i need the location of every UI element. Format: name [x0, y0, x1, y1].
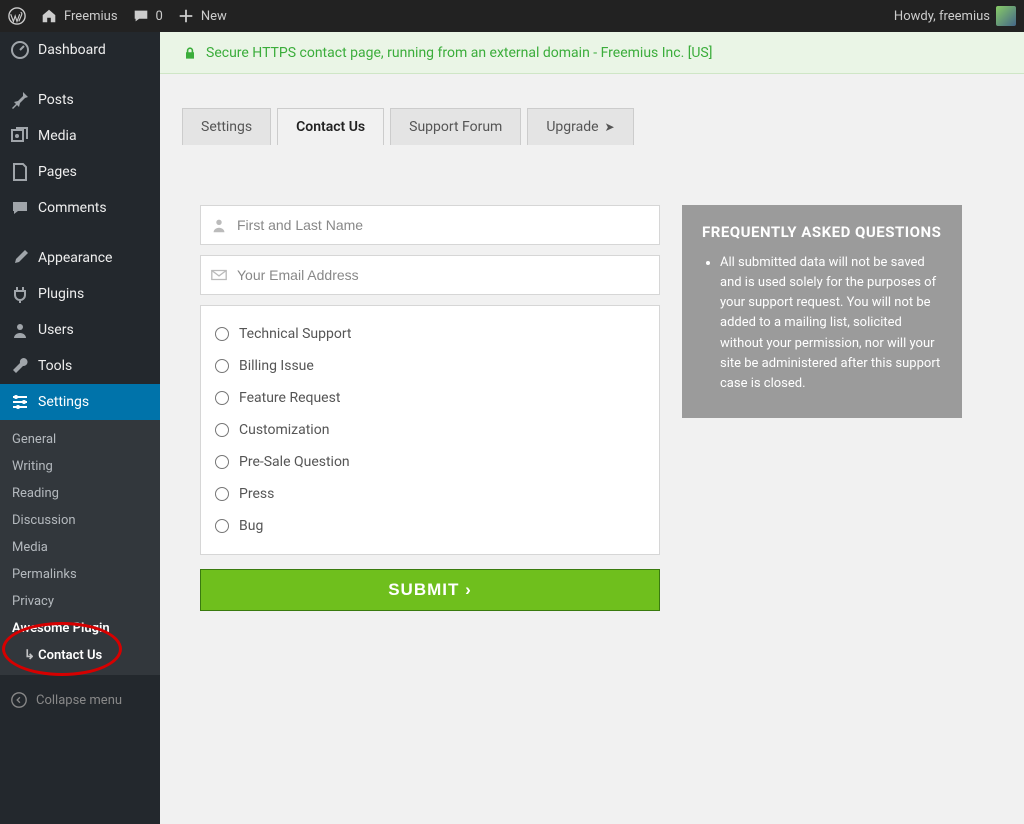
submenu-privacy[interactable]: Privacy [0, 588, 160, 615]
submenu-awesome-plugin[interactable]: Awesome Plugin [0, 615, 160, 642]
sliders-icon [10, 392, 30, 412]
arrow-right-icon: ➤ [605, 120, 615, 134]
menu-label: Settings [38, 394, 89, 410]
admin-bar: Freemius 0 New Howdy, freemius [0, 0, 1024, 32]
submenu-discussion[interactable]: Discussion [0, 507, 160, 534]
collapse-icon [10, 691, 28, 709]
brush-icon [10, 248, 30, 268]
name-input[interactable] [200, 205, 660, 245]
menu-label: Posts [38, 92, 74, 108]
page-icon [10, 162, 30, 182]
faq-title: FREQUENTLY ASKED QUESTIONS [702, 223, 942, 241]
tab-contact-us[interactable]: Contact Us [277, 108, 384, 145]
option-bug[interactable]: Bug [215, 510, 645, 542]
admin-sidebar: Dashboard Posts Media Pages Comments App… [0, 32, 160, 824]
person-icon [210, 216, 228, 234]
tab-settings[interactable]: Settings [182, 108, 271, 145]
media-icon [10, 126, 30, 146]
new-label: New [201, 9, 227, 24]
menu-dashboard[interactable]: Dashboard [0, 32, 160, 68]
lock-icon [182, 45, 198, 61]
dashboard-icon [10, 40, 30, 60]
mail-icon [210, 266, 228, 284]
site-home-link[interactable]: Freemius [40, 7, 118, 25]
main-content: Secure HTTPS contact page, running from … [160, 32, 1024, 824]
pin-icon [10, 90, 30, 110]
menu-label: Appearance [38, 250, 112, 266]
wrench-icon [10, 356, 30, 376]
menu-tools[interactable]: Tools [0, 348, 160, 384]
contact-form: Technical Support Billing Issue Feature … [200, 205, 660, 611]
submenu-permalinks[interactable]: Permalinks [0, 561, 160, 588]
avatar [996, 6, 1016, 26]
comment-count: 0 [156, 9, 163, 24]
menu-label: Tools [38, 358, 72, 374]
wp-logo[interactable] [8, 7, 26, 25]
email-input[interactable] [200, 255, 660, 295]
howdy-text: Howdy, freemius [894, 9, 990, 24]
plug-icon [10, 284, 30, 304]
option-billing-issue[interactable]: Billing Issue [215, 350, 645, 382]
submenu-writing[interactable]: Writing [0, 453, 160, 480]
submenu-reading[interactable]: Reading [0, 480, 160, 507]
menu-appearance[interactable]: Appearance [0, 240, 160, 276]
submenu-general[interactable]: General [0, 426, 160, 453]
menu-posts[interactable]: Posts [0, 82, 160, 118]
comments-link[interactable]: 0 [132, 7, 163, 25]
option-pre-sale-question[interactable]: Pre-Sale Question [215, 446, 645, 478]
tab-support-forum[interactable]: Support Forum [390, 108, 521, 145]
menu-media[interactable]: Media [0, 118, 160, 154]
menu-label: Comments [38, 200, 107, 216]
submenu-media[interactable]: Media [0, 534, 160, 561]
menu-label: Pages [38, 164, 77, 180]
topic-options: Technical Support Billing Issue Feature … [200, 305, 660, 555]
secure-text: Secure HTTPS contact page, running from … [206, 45, 712, 61]
menu-label: Dashboard [38, 42, 106, 58]
faq-panel: FREQUENTLY ASKED QUESTIONS All submitted… [682, 205, 962, 418]
menu-label: Plugins [38, 286, 84, 302]
faq-item: All submitted data will not be saved and… [720, 253, 942, 394]
tab-upgrade[interactable]: Upgrade➤ [527, 108, 633, 145]
menu-pages[interactable]: Pages [0, 154, 160, 190]
menu-settings[interactable]: Settings [0, 384, 160, 420]
user-icon [10, 320, 30, 340]
site-name: Freemius [64, 9, 118, 24]
comment-icon [10, 198, 30, 218]
option-technical-support[interactable]: Technical Support [215, 318, 645, 350]
page-tabs: Settings Contact Us Support Forum Upgrad… [182, 108, 1024, 145]
option-feature-request[interactable]: Feature Request [215, 382, 645, 414]
submit-button[interactable]: SUBMIT › [200, 569, 660, 611]
user-menu[interactable]: Howdy, freemius [894, 6, 1016, 26]
collapse-menu[interactable]: Collapse menu [0, 683, 160, 717]
menu-plugins[interactable]: Plugins [0, 276, 160, 312]
secure-https-notice: Secure HTTPS contact page, running from … [160, 32, 1024, 74]
menu-label: Media [38, 128, 77, 144]
collapse-label: Collapse menu [36, 693, 122, 708]
new-content-link[interactable]: New [177, 7, 227, 25]
settings-submenu: General Writing Reading Discussion Media… [0, 420, 160, 675]
menu-label: Users [38, 322, 74, 338]
submenu-contact-us[interactable]: ↳ Contact Us [0, 642, 160, 669]
menu-users[interactable]: Users [0, 312, 160, 348]
menu-comments[interactable]: Comments [0, 190, 160, 226]
option-press[interactable]: Press [215, 478, 645, 510]
option-customization[interactable]: Customization [215, 414, 645, 446]
